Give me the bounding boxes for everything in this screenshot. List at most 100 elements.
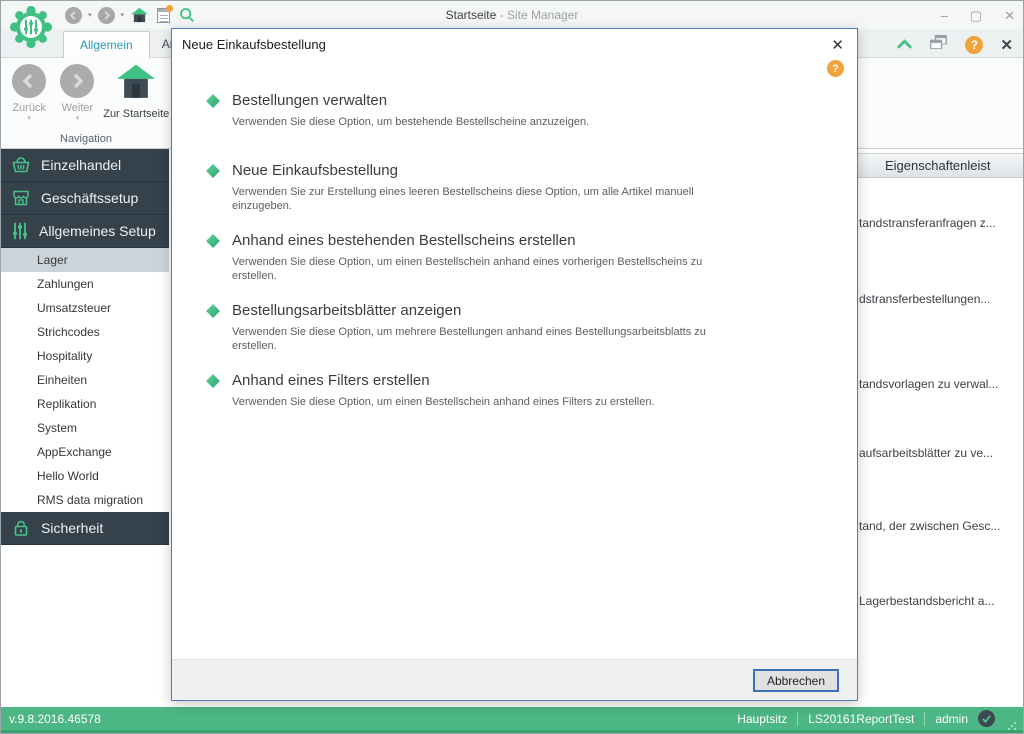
- forward-arrow-icon: [60, 64, 94, 98]
- basket-icon: [11, 155, 31, 175]
- diamond-icon: [206, 301, 232, 371]
- close-workspace-icon[interactable]: ✕: [1000, 36, 1013, 54]
- sidebar-subitem-einheiten[interactable]: Einheiten: [1, 368, 169, 392]
- help-icon[interactable]: ?: [965, 36, 983, 54]
- connection-status-icon: [978, 710, 995, 727]
- site-manager-window: ▾ ▾ Startseite - Site Manager – ▢ ✕: [0, 0, 1024, 734]
- titlebar: ▾ ▾ Startseite - Site Manager – ▢ ✕: [1, 1, 1023, 29]
- option-description: Verwenden Sie diese Option, um einen Bes…: [232, 395, 710, 409]
- sidebar-subitem-umsatzsteuer[interactable]: Umsatzsteuer: [1, 296, 169, 320]
- sidebar-item-label: Allgemeines Setup: [39, 223, 156, 239]
- option-title[interactable]: Neue Einkaufsbestellung: [232, 161, 710, 180]
- back-button-label: Zurück: [5, 102, 53, 114]
- back-arrow-icon: [12, 64, 46, 98]
- option-title[interactable]: Bestellungen verwalten: [232, 91, 710, 110]
- collapse-ribbon-icon[interactable]: [897, 36, 912, 54]
- home-icon[interactable]: [130, 6, 148, 24]
- option-title[interactable]: Bestellungsarbeitsblätter anzeigen: [232, 301, 710, 320]
- sidebar-item-allgemeines-setup[interactable]: Allgemeines Setup: [1, 215, 169, 248]
- forward-button-caret-icon[interactable]: ▾: [53, 114, 101, 122]
- minimize-icon[interactable]: –: [941, 9, 948, 22]
- back-button[interactable]: Zurück ▾: [5, 64, 53, 122]
- diamond-icon: [206, 231, 232, 301]
- sliders-icon: [11, 221, 29, 241]
- background-text-fragment: dstransferbestellungen...: [859, 292, 990, 306]
- home-large-icon: [117, 64, 155, 100]
- option-neue-einkaufsbestellung[interactable]: Neue Einkaufsbestellung Verwenden Sie zu…: [206, 161, 817, 231]
- back-icon[interactable]: [65, 7, 82, 24]
- sidebar-subitem-system[interactable]: System: [1, 416, 169, 440]
- forward-dropdown-icon[interactable]: ▾: [121, 11, 125, 19]
- sidebar-subitem-replikation[interactable]: Replikation: [1, 392, 169, 416]
- tab-allgemein[interactable]: Allgemein: [63, 31, 150, 58]
- version-label: v.9.8.2016.46578: [9, 712, 101, 726]
- sidebar-subitem-rms-data-migration[interactable]: RMS data migration: [1, 488, 169, 512]
- dialog-help-icon[interactable]: ?: [827, 60, 844, 77]
- user-label: admin: [935, 712, 968, 726]
- dialog-title: Neue Einkaufsbestellung: [182, 37, 326, 52]
- sidebar-item-label: Einzelhandel: [41, 157, 121, 173]
- lock-icon: [11, 518, 31, 538]
- navigation-group-label: Navigation: [1, 133, 171, 145]
- sidebar-subitem-hospitality[interactable]: Hospitality: [1, 344, 169, 368]
- ribbon-right-icons: ? ✕: [897, 34, 1013, 55]
- maximize-icon[interactable]: ▢: [970, 9, 982, 22]
- cancel-button[interactable]: Abbrechen: [753, 669, 839, 692]
- search-icon[interactable]: [178, 6, 196, 24]
- diamond-icon: [206, 161, 232, 231]
- option-bestellungsarbeitsblaetter-anzeigen[interactable]: Bestellungsarbeitsblätter anzeigen Verwe…: [206, 301, 817, 371]
- home-button[interactable]: Zur Startseite: [102, 64, 171, 122]
- statusbar-right: Hauptsitz LS20161ReportTest admin: [737, 707, 1017, 730]
- diamond-icon: [206, 371, 232, 441]
- dialog-close-icon[interactable]: ✕: [831, 36, 844, 54]
- storefront-icon: [11, 188, 31, 208]
- home-button-label: Zur Startseite: [102, 108, 171, 120]
- option-description: Verwenden Sie diese Option, um einen Bes…: [232, 255, 710, 283]
- option-bestellungen-verwalten[interactable]: Bestellungen verwalten Verwenden Sie die…: [206, 91, 817, 161]
- statusbar: v.9.8.2016.46578 Hauptsitz LS20161Report…: [1, 707, 1023, 733]
- properties-panel-header: Eigenschaftenleist: [857, 153, 1023, 178]
- sidebar-item-sicherheit[interactable]: Sicherheit: [1, 512, 169, 545]
- background-text-fragment: tandsvorlagen zu verwal...: [859, 377, 998, 391]
- option-description: Verwenden Sie zur Erstellung eines leere…: [232, 185, 710, 213]
- report-icon[interactable]: [154, 6, 172, 24]
- database-label: LS20161ReportTest: [808, 712, 914, 726]
- sidebar-subitem-appexchange[interactable]: AppExchange: [1, 440, 169, 464]
- option-title[interactable]: Anhand eines bestehenden Bestellscheins …: [232, 231, 710, 250]
- sidebar-item-label: Geschäftssetup: [41, 190, 138, 206]
- dialog-footer: Abbrechen: [172, 659, 857, 700]
- back-dropdown-icon[interactable]: ▾: [88, 11, 92, 19]
- background-text-fragment: tandstransferanfragen z...: [859, 216, 996, 230]
- sidebar-item-geschaeftssetup[interactable]: Geschäftssetup: [1, 182, 169, 215]
- forward-button[interactable]: Weiter ▾: [53, 64, 101, 122]
- window-close-icon[interactable]: ✕: [1004, 9, 1015, 22]
- dialog-options: Bestellungen verwalten Verwenden Sie die…: [206, 87, 817, 441]
- quick-access-toolbar: ▾ ▾: [65, 6, 196, 24]
- sidebar-subitem-lager[interactable]: Lager: [1, 248, 169, 272]
- forward-icon[interactable]: [98, 7, 115, 24]
- navigation-group: Zurück ▾ Weiter ▾ Zur Startseite Navigat…: [1, 58, 171, 148]
- option-anhand-bestellschein-erstellen[interactable]: Anhand eines bestehenden Bestellscheins …: [206, 231, 817, 301]
- background-text-fragment: aufsarbeitsblätter zu ve...: [859, 446, 993, 460]
- sidebar-subitem-zahlungen[interactable]: Zahlungen: [1, 272, 169, 296]
- status-separator: [924, 712, 925, 726]
- back-button-caret-icon[interactable]: ▾: [5, 114, 53, 122]
- site-label: Hauptsitz: [737, 712, 787, 726]
- sidebar-subitem-hello-world[interactable]: Hello World: [1, 464, 169, 488]
- cascade-windows-icon[interactable]: [929, 34, 948, 55]
- option-anhand-filter-erstellen[interactable]: Anhand eines Filters erstellen Verwenden…: [206, 371, 817, 441]
- resize-grip[interactable]: [1007, 720, 1017, 730]
- forward-button-label: Weiter: [53, 102, 101, 114]
- background-text-fragment: Lagerbestandsbericht a...: [859, 594, 994, 608]
- sidebar-item-label: Sicherheit: [41, 520, 103, 536]
- sidebar-subitem-strichcodes[interactable]: Strichcodes: [1, 320, 169, 344]
- app-logo-icon[interactable]: [8, 4, 54, 55]
- sidebar-item-einzelhandel[interactable]: Einzelhandel: [1, 149, 169, 182]
- background-text-fragment: tand, der zwischen Gesc...: [859, 519, 1000, 533]
- sidebar: Einzelhandel Geschäftssetup Allgemeines …: [1, 149, 169, 707]
- window-title-primary: Startseite: [446, 8, 497, 22]
- diamond-icon: [206, 91, 232, 161]
- option-description: Verwenden Sie diese Option, um mehrere B…: [232, 325, 710, 353]
- dialog-titlebar: Neue Einkaufsbestellung: [172, 29, 857, 59]
- option-title[interactable]: Anhand eines Filters erstellen: [232, 371, 710, 390]
